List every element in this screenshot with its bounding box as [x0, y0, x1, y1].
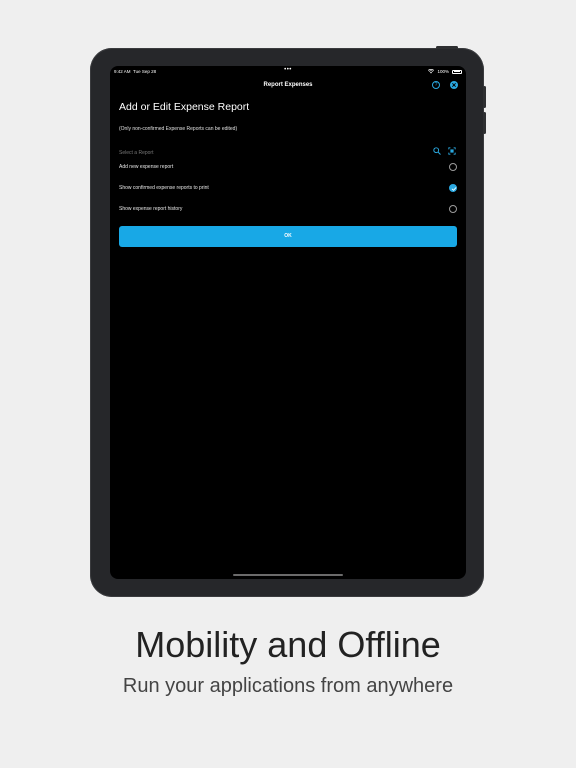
option-show-history[interactable]: Show expense report history: [119, 205, 457, 215]
option-add-new[interactable]: Add new expense report: [119, 163, 457, 173]
marketing-subline: Run your applications from anywhere: [122, 675, 454, 697]
edit-note: (Only non-confirmed Expense Reports can …: [119, 126, 238, 132]
search-icon[interactable]: [433, 147, 441, 155]
navbar-title: Report Expenses: [263, 82, 313, 88]
page-title: Add or Edit Expense Report: [119, 101, 250, 113]
option-show-confirmed[interactable]: Show confirmed expense reports to print: [119, 184, 457, 194]
radio-unchecked[interactable]: [449, 163, 457, 171]
battery-percent: 100%: [437, 69, 449, 74]
home-indicator[interactable]: [233, 574, 343, 576]
app-screen: 9:42 AM Tue Sep 28 ••• 100% Report Expen…: [110, 66, 466, 579]
option-label: Show confirmed expense reports to print: [119, 185, 209, 191]
checkmark-icon: [451, 187, 457, 191]
marketing-headline: Mobility and Offline: [135, 624, 441, 665]
volume-up-button: [483, 86, 486, 108]
scan-icon[interactable]: [448, 147, 456, 155]
option-label: Show expense report history: [119, 206, 183, 212]
power-button: [436, 46, 458, 49]
close-x-icon: [452, 83, 456, 87]
select-icons: [433, 147, 456, 155]
ok-button[interactable]: OK: [119, 226, 457, 247]
status-right: 100%: [428, 69, 462, 74]
battery-icon: [452, 69, 462, 74]
wifi-icon: [428, 69, 435, 74]
multitasking-dots[interactable]: •••: [284, 67, 292, 73]
help-icon[interactable]: ?: [432, 81, 440, 89]
select-report-label: Select a Report: [119, 150, 154, 156]
close-icon[interactable]: [450, 81, 458, 89]
volume-down-button: [483, 112, 486, 134]
status-time: 9:42 AM Tue Sep 28: [114, 69, 157, 74]
radio-checked[interactable]: [449, 184, 457, 192]
status-bar: 9:42 AM Tue Sep 28 ••• 100%: [114, 67, 462, 77]
option-label: Add new expense report: [119, 164, 174, 170]
radio-unchecked[interactable]: [449, 205, 457, 213]
